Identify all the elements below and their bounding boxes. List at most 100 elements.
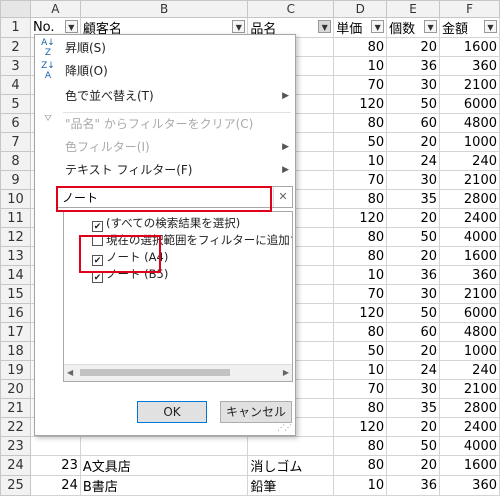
row-header[interactable]: 16 <box>0 303 31 323</box>
cell-d[interactable]: 50 <box>333 341 388 361</box>
header-cell-price[interactable]: 単価 ▼ <box>333 17 388 38</box>
cell-a[interactable]: 24 <box>29 475 81 496</box>
cell-c[interactable]: 消しゴム <box>247 455 335 476</box>
cell-a[interactable]: 23 <box>29 455 81 476</box>
filter-dropdown-qty-icon[interactable]: ▼ <box>424 20 438 33</box>
column-header-e[interactable]: E <box>386 0 441 18</box>
row-header[interactable]: 9 <box>0 170 31 190</box>
cell-d[interactable]: 80 <box>333 37 388 57</box>
scrollbar-thumb[interactable] <box>80 369 230 376</box>
horizontal-scrollbar[interactable]: ◀ ▶ <box>64 364 292 381</box>
menu-text-filter[interactable]: テキスト フィルター(F) ▶ <box>35 159 295 181</box>
cell-e[interactable]: 50 <box>386 303 441 323</box>
cell-f[interactable]: 1000 <box>439 132 500 152</box>
cell-c[interactable] <box>247 436 335 456</box>
row-header[interactable]: 4 <box>0 75 31 95</box>
row-header[interactable]: 14 <box>0 265 31 285</box>
column-header-a[interactable]: A <box>29 0 81 18</box>
header-cell-amount[interactable]: 金額 ▼ <box>439 17 500 38</box>
row-header[interactable]: 2 <box>0 37 31 57</box>
cell-d[interactable]: 80 <box>333 398 388 418</box>
cell-d[interactable]: 120 <box>333 94 388 114</box>
scroll-right-icon[interactable]: ▶ <box>283 368 289 377</box>
column-header-d[interactable]: D <box>333 0 388 18</box>
column-header-c[interactable]: C <box>247 0 335 18</box>
row-header[interactable]: 25 <box>0 475 31 496</box>
cell-f[interactable]: 1600 <box>439 455 500 476</box>
menu-sort-descending[interactable]: Z↓ A 降順(O) <box>35 60 295 82</box>
cell-e[interactable]: 20 <box>386 132 441 152</box>
clear-search-icon[interactable]: ✕ <box>273 187 292 207</box>
row-header[interactable]: 17 <box>0 322 31 342</box>
row-header[interactable]: 15 <box>0 284 31 304</box>
row-header[interactable]: 18 <box>0 341 31 361</box>
filter-dropdown-product-icon[interactable]: ▼ <box>318 20 332 33</box>
row-header[interactable]: 19 <box>0 360 31 380</box>
header-cell-qty[interactable]: 個数 ▼ <box>386 17 441 38</box>
cell-e[interactable]: 20 <box>386 37 441 57</box>
cell-f[interactable]: 6000 <box>439 303 500 323</box>
cell-d[interactable]: 120 <box>333 208 388 228</box>
column-header-f[interactable]: F <box>439 0 500 18</box>
row-header[interactable]: 10 <box>0 189 31 209</box>
cell-f[interactable]: 4000 <box>439 227 500 247</box>
cell-f[interactable]: 240 <box>439 360 500 380</box>
cell-e[interactable]: 36 <box>386 265 441 285</box>
cell-d[interactable]: 10 <box>333 475 388 496</box>
cell-e[interactable]: 35 <box>386 189 441 209</box>
ok-button[interactable]: OK <box>137 401 207 423</box>
cell-f[interactable]: 6000 <box>439 94 500 114</box>
cell-f[interactable]: 4800 <box>439 113 500 133</box>
cell-d[interactable]: 10 <box>333 265 388 285</box>
cell-e[interactable]: 60 <box>386 113 441 133</box>
cell-e[interactable]: 50 <box>386 94 441 114</box>
cell-e[interactable]: 24 <box>386 360 441 380</box>
cell-e[interactable]: 20 <box>386 246 441 266</box>
cell-d[interactable]: 80 <box>333 436 388 456</box>
cell-d[interactable]: 80 <box>333 246 388 266</box>
filter-dropdown-price-icon[interactable]: ▼ <box>371 20 385 33</box>
cell-f[interactable]: 360 <box>439 475 500 496</box>
select-all-corner[interactable] <box>0 0 31 18</box>
cell-d[interactable]: 70 <box>333 379 388 399</box>
cell-f[interactable]: 2100 <box>439 379 500 399</box>
row-header[interactable]: 8 <box>0 151 31 171</box>
cell-f[interactable]: 1000 <box>439 341 500 361</box>
cell-e[interactable]: 30 <box>386 170 441 190</box>
row-header[interactable]: 13 <box>0 246 31 266</box>
cell-e[interactable]: 30 <box>386 75 441 95</box>
cell-f[interactable]: 2100 <box>439 284 500 304</box>
cell-f[interactable]: 360 <box>439 265 500 285</box>
cell-f[interactable]: 1600 <box>439 37 500 57</box>
cell-f[interactable]: 2100 <box>439 170 500 190</box>
cell-d[interactable]: 80 <box>333 113 388 133</box>
row-header[interactable]: 11 <box>0 208 31 228</box>
cell-e[interactable]: 20 <box>386 417 441 437</box>
cell-e[interactable]: 20 <box>386 208 441 228</box>
checkbox-checked-icon[interactable]: ✔ <box>92 272 103 283</box>
row-header[interactable]: 23 <box>0 436 31 456</box>
cell-d[interactable]: 10 <box>333 360 388 380</box>
row-header[interactable]: 20 <box>0 379 31 399</box>
cell-d[interactable]: 50 <box>333 132 388 152</box>
cell-f[interactable]: 2400 <box>439 208 500 228</box>
scroll-left-icon[interactable]: ◀ <box>67 368 73 377</box>
cell-f[interactable]: 4000 <box>439 436 500 456</box>
row-header[interactable]: 22 <box>0 417 31 437</box>
resize-grip-icon[interactable]: ⋰⋰ <box>277 423 292 432</box>
row-header[interactable]: 24 <box>0 455 31 476</box>
cell-b[interactable]: B書店 <box>79 475 249 496</box>
cell-d[interactable]: 10 <box>333 151 388 171</box>
list-item-add-to-filter[interactable]: 現在の選択範囲をフィルターに追加す <box>92 232 292 249</box>
cell-f[interactable]: 1600 <box>439 246 500 266</box>
row-header[interactable]: 5 <box>0 94 31 114</box>
row-header[interactable]: 21 <box>0 398 31 418</box>
list-item-select-all-results[interactable]: ✔ (すべての検索結果を選択) <box>92 215 240 232</box>
row-header[interactable]: 7 <box>0 132 31 152</box>
cell-b[interactable] <box>79 436 249 456</box>
cell-d[interactable]: 120 <box>333 303 388 323</box>
cell-d[interactable]: 70 <box>333 170 388 190</box>
cell-f[interactable]: 4800 <box>439 322 500 342</box>
row-header[interactable]: 1 <box>0 17 31 38</box>
cell-f[interactable]: 2400 <box>439 417 500 437</box>
